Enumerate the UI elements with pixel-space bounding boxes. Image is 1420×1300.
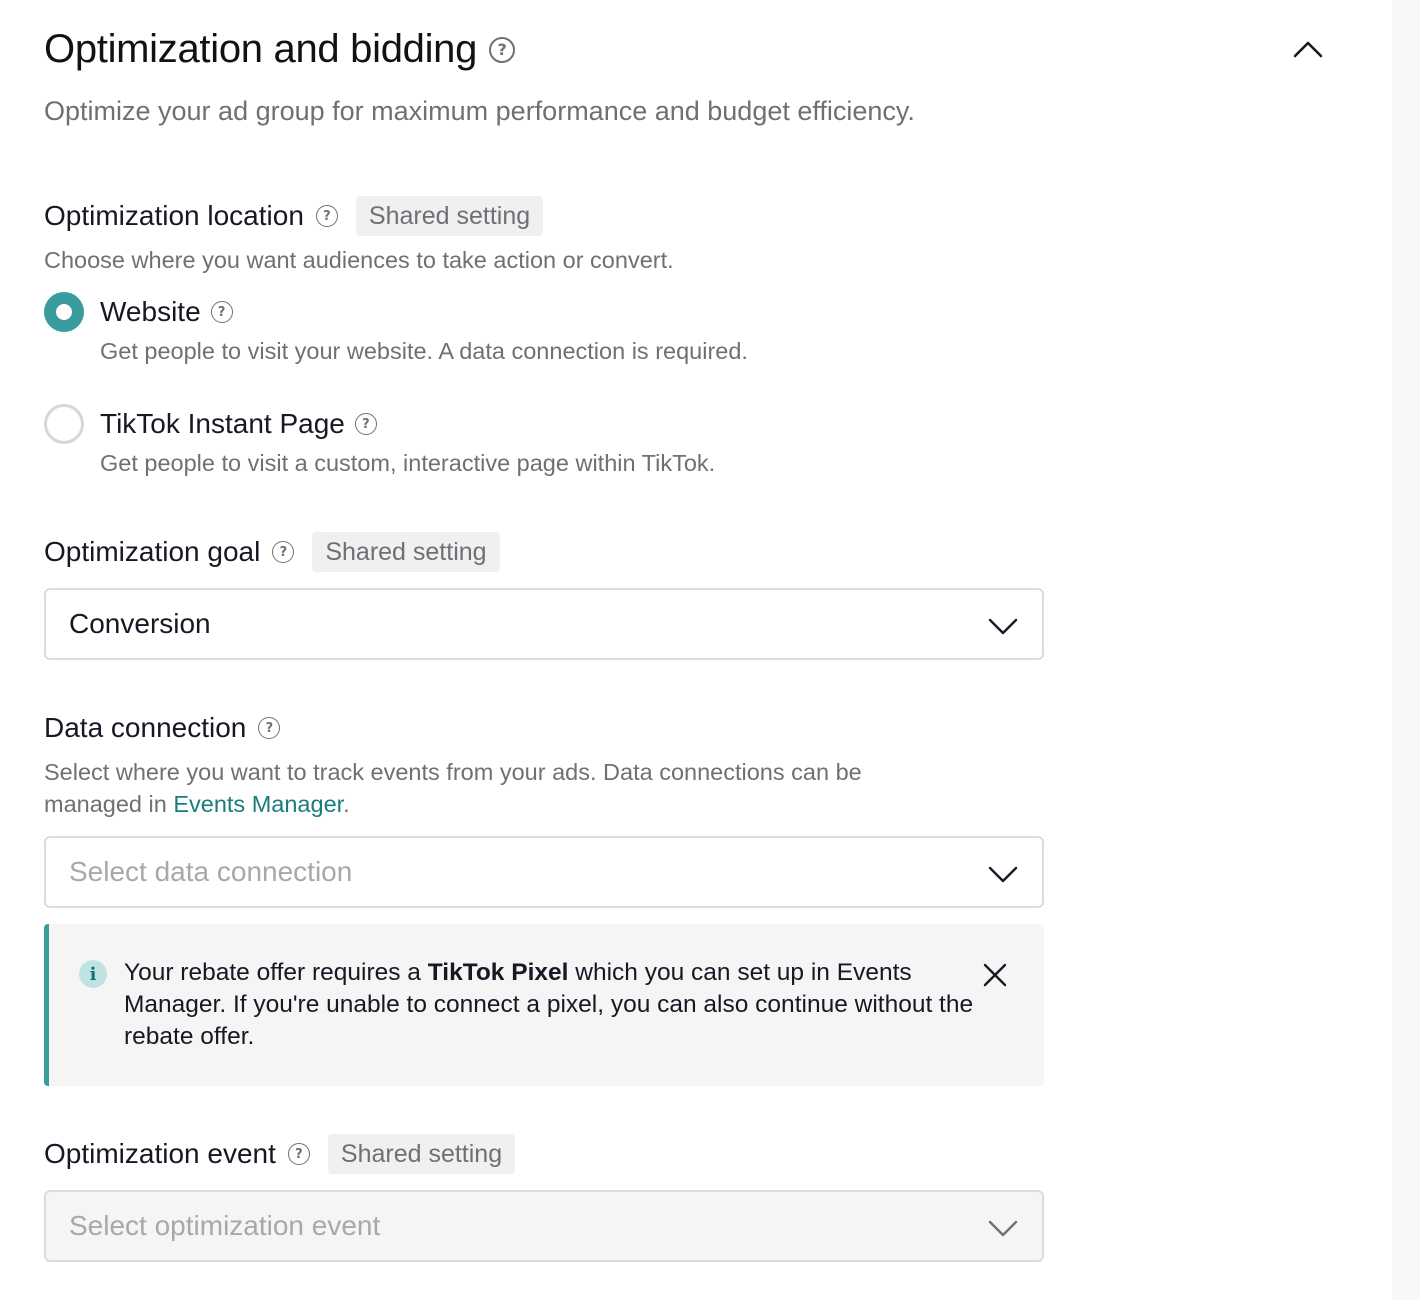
- optimization-event-label: Optimization event: [44, 1138, 276, 1169]
- shared-setting-badge: Shared setting: [355, 196, 544, 236]
- optimization-location-label: Optimization location: [44, 200, 304, 231]
- data-connection-select[interactable]: Select data connection: [44, 836, 1044, 908]
- notice-bold-text: TikTok Pixel: [427, 959, 569, 986]
- chevron-up-icon: [1293, 41, 1323, 58]
- optimization-bidding-panel: Optimization and bidding ? Optimize your…: [44, 0, 1344, 1300]
- help-icon[interactable]: ?: [354, 413, 377, 435]
- chevron-down-icon: [988, 618, 1018, 635]
- close-icon: [983, 963, 1007, 987]
- radio-option-description: Get people to visit a custom, interactiv…: [100, 450, 716, 476]
- data-connection-label: Data connection: [44, 712, 247, 743]
- help-icon[interactable]: ?: [272, 541, 295, 563]
- radio-option-tiktok-instant-page[interactable]: TikTok Instant Page ?: [44, 404, 377, 444]
- radio-button-unchecked[interactable]: [44, 404, 84, 444]
- close-notice-button[interactable]: [982, 962, 1008, 988]
- optimization-goal-select[interactable]: Conversion: [44, 588, 1044, 660]
- select-value: Conversion: [69, 608, 211, 639]
- section-title: Optimization and bidding: [44, 26, 478, 71]
- optimization-event-select[interactable]: Select optimization event: [44, 1190, 1044, 1262]
- section-header: Optimization and bidding ?: [44, 26, 516, 72]
- chevron-down-icon: [988, 1220, 1018, 1237]
- shared-setting-badge: Shared setting: [327, 1134, 516, 1174]
- notice-text-start: Your rebate offer requires a: [124, 959, 428, 986]
- radio-button-checked[interactable]: [44, 292, 84, 332]
- select-placeholder: Select data connection: [69, 856, 353, 887]
- info-icon: i: [79, 960, 107, 988]
- radio-option-website[interactable]: Website ?: [44, 292, 233, 332]
- help-icon[interactable]: ?: [287, 1143, 310, 1165]
- data-connection-header: Data connection ?: [44, 708, 281, 748]
- section-subtitle: Optimize your ad group for maximum perfo…: [44, 96, 915, 126]
- description-text: Select where you want to track events fr…: [44, 759, 862, 817]
- data-connection-description: Select where you want to track events fr…: [44, 756, 964, 820]
- collapse-section-button[interactable]: [1290, 32, 1326, 64]
- radio-option-label: TikTok Instant Page: [100, 408, 345, 439]
- optimization-event-header: Optimization event ? Shared setting: [44, 1134, 516, 1174]
- shared-setting-badge: Shared setting: [312, 532, 500, 572]
- chevron-down-icon: [988, 866, 1018, 883]
- optimization-location-description: Choose where you want audiences to take …: [44, 247, 674, 273]
- description-text-end: .: [343, 791, 350, 817]
- optimization-goal-header: Optimization goal ? Shared setting: [44, 532, 500, 572]
- help-icon[interactable]: ?: [489, 37, 516, 63]
- rebate-offer-notice: i Your rebate offer requires a TikTok Pi…: [44, 924, 1044, 1086]
- help-icon[interactable]: ?: [258, 717, 281, 739]
- right-scroll-gutter: [1392, 0, 1420, 1300]
- help-icon[interactable]: ?: [210, 301, 233, 323]
- optimization-goal-label: Optimization goal: [44, 536, 261, 567]
- events-manager-link[interactable]: Events Manager: [173, 791, 343, 817]
- radio-option-description: Get people to visit your website. A data…: [100, 338, 748, 364]
- help-icon[interactable]: ?: [315, 205, 338, 227]
- radio-option-label: Website: [100, 296, 201, 327]
- optimization-location-header: Optimization location ? Shared setting: [44, 196, 544, 236]
- select-placeholder: Select optimization event: [69, 1210, 381, 1241]
- notice-text: Your rebate offer requires a TikTok Pixe…: [124, 957, 974, 1053]
